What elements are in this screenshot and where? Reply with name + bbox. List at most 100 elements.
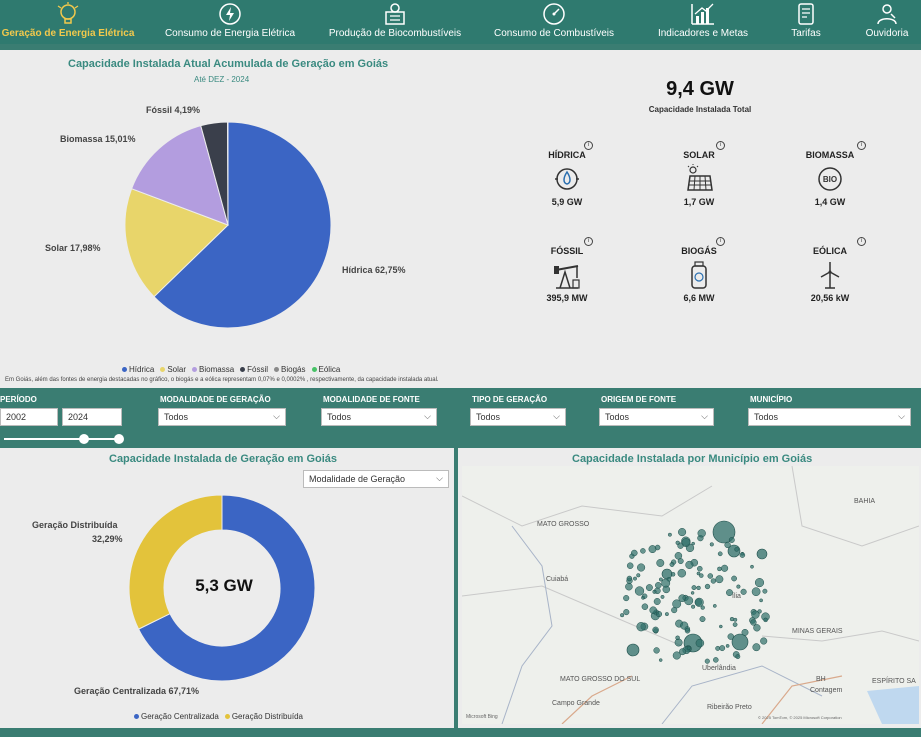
municipality-bubble[interactable] xyxy=(717,566,722,572)
tipo-geracao-select[interactable]: Todos ⌵ xyxy=(470,408,566,426)
municipality-bubble[interactable] xyxy=(710,578,717,584)
municipality-bubble[interactable] xyxy=(759,598,763,603)
municipality-bubble[interactable] xyxy=(760,637,768,645)
municipality-bubble[interactable] xyxy=(661,578,671,588)
municipality-bubble[interactable] xyxy=(672,651,681,660)
municipality-map[interactable]: BAHIA MATO GROSSO Cuiabá ília MINAS GERA… xyxy=(462,466,919,724)
legend-item[interactable]: Solar xyxy=(160,365,186,374)
nav-tarifas[interactable]: Tarifas xyxy=(776,0,836,44)
municipality-bubble[interactable] xyxy=(642,593,648,599)
municipality-bubble[interactable] xyxy=(750,619,757,626)
municipality-bubble[interactable] xyxy=(626,575,633,582)
municipality-bubble[interactable] xyxy=(640,548,646,554)
info-icon[interactable]: i xyxy=(584,141,593,150)
municipality-bubble[interactable] xyxy=(734,547,739,552)
municipality-bubble[interactable] xyxy=(658,658,663,662)
municipality-bubble[interactable] xyxy=(724,541,731,549)
municipality-bubble[interactable] xyxy=(719,624,723,629)
municipality-bubble[interactable] xyxy=(762,588,768,594)
municipality-bubble[interactable] xyxy=(691,604,696,609)
municipality-bubble[interactable] xyxy=(653,647,660,654)
municipality-bubble[interactable] xyxy=(709,542,714,547)
nav-ouvidoria[interactable]: Ouvidoria xyxy=(856,0,918,44)
municipality-bubble[interactable] xyxy=(623,609,630,616)
municipality-bubble[interactable] xyxy=(741,628,749,636)
municipality-bubble[interactable] xyxy=(623,595,630,602)
period-slider-track[interactable] xyxy=(4,438,122,440)
municipality-bubble[interactable] xyxy=(739,552,746,558)
nav-consumo-combustiveis[interactable]: Consumo de Combustíveis xyxy=(486,0,622,44)
period-slider-start-handle[interactable] xyxy=(79,434,89,444)
period-slider-end-handle[interactable] xyxy=(114,434,124,444)
municipality-bubble[interactable] xyxy=(732,622,738,627)
municipality-bubble[interactable] xyxy=(678,528,687,537)
municipality-bubble[interactable] xyxy=(677,558,684,565)
municipality-bubble[interactable] xyxy=(694,597,704,607)
legend-item[interactable]: Biomassa xyxy=(192,365,234,374)
municipality-bubble[interactable] xyxy=(677,568,687,578)
legend-item[interactable]: Geração Distribuída xyxy=(224,712,303,721)
legend-item[interactable]: Biogás xyxy=(274,365,306,374)
municipality-bubble[interactable] xyxy=(661,568,673,580)
municipality-bubble[interactable] xyxy=(707,573,714,579)
modalidade-geracao-select[interactable]: Todos ⌵ xyxy=(158,408,286,426)
municipality-bubble[interactable] xyxy=(751,587,761,597)
municipality-bubble[interactable] xyxy=(649,606,657,614)
municipality-bubble[interactable] xyxy=(681,538,691,548)
modalidade-fonte-select[interactable]: Todos ⌵ xyxy=(321,408,437,426)
legend-item[interactable]: Fóssil xyxy=(240,365,268,374)
municipality-bubble[interactable] xyxy=(690,591,695,595)
municipality-bubble[interactable] xyxy=(713,657,719,663)
municipality-bubble[interactable] xyxy=(633,576,637,581)
municipality-bubble[interactable] xyxy=(733,617,738,622)
municipality-bubble[interactable] xyxy=(756,548,768,560)
municipality-bubble[interactable] xyxy=(636,573,641,578)
municipality-bubble[interactable] xyxy=(674,638,683,647)
municipality-bubble[interactable] xyxy=(729,616,735,622)
municipality-bubble[interactable] xyxy=(664,612,669,617)
municipality-bubble[interactable] xyxy=(660,594,665,599)
municipality-bubble[interactable] xyxy=(735,654,741,660)
municipality-bubble[interactable] xyxy=(626,643,640,657)
municipality-bubble[interactable] xyxy=(736,584,741,589)
nav-biocombustiveis[interactable]: Produção de Biocombustíveis xyxy=(320,0,470,44)
municipality-bubble[interactable] xyxy=(763,617,768,623)
municipality-bubble[interactable] xyxy=(631,549,638,557)
municipality-bubble[interactable] xyxy=(685,560,694,569)
municipality-bubble[interactable] xyxy=(754,578,765,588)
municipality-bubble[interactable] xyxy=(652,589,657,594)
municipality-bubble[interactable] xyxy=(691,541,695,546)
municipality-bubble[interactable] xyxy=(731,575,737,582)
municipality-bubble[interactable] xyxy=(641,603,649,610)
municipality-bubble[interactable] xyxy=(699,616,706,623)
municipality-bubble[interactable] xyxy=(712,604,717,608)
year-from-input[interactable]: 2002 xyxy=(0,408,58,426)
municipality-bubble[interactable] xyxy=(697,565,703,572)
info-icon[interactable]: i xyxy=(716,141,725,150)
municipality-bubble[interactable] xyxy=(717,551,723,557)
municipality-bubble[interactable] xyxy=(625,582,633,591)
municipality-bubble[interactable] xyxy=(715,645,721,651)
municipality-bubble[interactable] xyxy=(727,633,735,640)
municipality-bubble[interactable] xyxy=(655,582,662,589)
nav-geracao-energia[interactable]: Geração de Energia Elétrica xyxy=(2,0,134,44)
legend-item[interactable]: Eólica xyxy=(311,365,340,374)
info-icon[interactable]: i xyxy=(857,141,866,150)
municipality-bubble[interactable] xyxy=(654,544,661,551)
municipality-bubble[interactable] xyxy=(696,571,701,576)
municipality-bubble[interactable] xyxy=(725,644,730,648)
info-icon[interactable]: i xyxy=(857,237,866,246)
municipality-bubble[interactable] xyxy=(675,540,680,545)
municipality-bubble[interactable] xyxy=(696,585,701,591)
municipality-bubble[interactable] xyxy=(695,638,705,648)
municipality-bubble[interactable] xyxy=(675,635,680,641)
municipality-bubble[interactable] xyxy=(667,532,672,537)
municipality-bubble[interactable] xyxy=(697,529,706,538)
info-icon[interactable]: i xyxy=(584,237,593,246)
origem-fonte-select[interactable]: Todos ⌵ xyxy=(599,408,714,426)
municipality-bubble[interactable] xyxy=(684,596,694,606)
year-to-input[interactable]: 2024 xyxy=(62,408,122,426)
municipality-bubble[interactable] xyxy=(645,584,653,592)
municipality-bubble[interactable] xyxy=(620,613,625,618)
municipality-bubble[interactable] xyxy=(636,622,646,632)
